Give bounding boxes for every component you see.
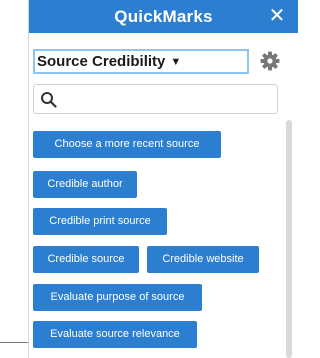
search-box[interactable] bbox=[33, 84, 278, 114]
quickmark-choose-recent-source[interactable]: Choose a more recent source bbox=[33, 131, 221, 158]
dropdown-caret-icon: ▼ bbox=[170, 56, 182, 68]
search-icon bbox=[41, 92, 57, 108]
scrollbar-thumb[interactable] bbox=[286, 120, 292, 358]
scrollbar[interactable] bbox=[286, 120, 294, 358]
panel-title: QuickMarks bbox=[114, 6, 213, 26]
gear-icon[interactable] bbox=[260, 51, 280, 71]
quickmark-evaluate-relevance[interactable]: Evaluate source relevance bbox=[33, 321, 197, 348]
panel-header: QuickMarks ✕ bbox=[29, 0, 298, 33]
search-input[interactable] bbox=[62, 88, 276, 112]
quickmark-credible-print-source[interactable]: Credible print source bbox=[33, 208, 167, 235]
quickmark-credible-source[interactable]: Credible source bbox=[33, 246, 139, 273]
close-icon[interactable]: ✕ bbox=[266, 5, 288, 27]
quickmark-evaluate-purpose[interactable]: Evaluate purpose of source bbox=[33, 284, 202, 311]
pointer-line bbox=[0, 342, 28, 343]
quickmark-credible-author[interactable]: Credible author bbox=[33, 171, 137, 198]
select-value: Source Credibility bbox=[37, 53, 166, 70]
quickmarks-panel: QuickMarks ✕ Source Credibility ▼ Choose… bbox=[28, 0, 298, 358]
quickmark-set-select[interactable]: Source Credibility ▼ bbox=[33, 49, 249, 74]
quickmark-credible-website[interactable]: Credible website bbox=[147, 246, 259, 273]
